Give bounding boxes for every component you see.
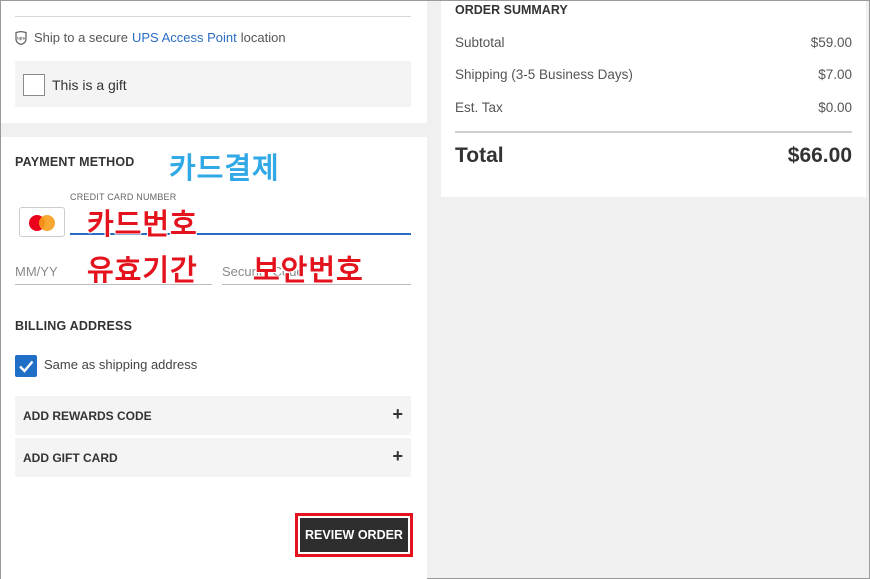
plus-icon[interactable]: + — [392, 446, 403, 467]
divider — [455, 131, 852, 133]
summary-label: Subtotal — [455, 35, 505, 50]
annotation-card-number: 카드번호 — [87, 207, 198, 241]
payment-card: PAYMENT METHOD 카드결제 CREDIT CARD NUMBER 카… — [1, 137, 427, 579]
annotation-expiry: 유효기간 — [87, 253, 198, 287]
summary-label: Shipping (3-5 Business Days) — [455, 67, 633, 82]
annotation-security-code: 보안번호 — [253, 253, 364, 287]
add-gift-card-accordion[interactable]: ADD GIFT CARD + — [15, 438, 411, 477]
gift-option[interactable]: This is a gift — [15, 61, 411, 107]
checkmark-icon — [19, 360, 34, 373]
billing-address-title: BILLING ADDRESS — [15, 319, 133, 333]
total-label: Total — [455, 144, 504, 167]
divider — [15, 16, 411, 17]
checkout-left-column: ups Ship to a secure UPS Access Point lo… — [1, 1, 427, 579]
annotation-card-payment: 카드결제 — [169, 151, 280, 185]
same-as-shipping-checkbox[interactable] — [15, 355, 37, 377]
summary-amount: $59.00 — [810, 35, 852, 50]
gift-label: This is a gift — [52, 77, 127, 93]
ups-shield-icon: ups — [15, 30, 27, 45]
summary-label: Est. Tax — [455, 100, 503, 115]
same-as-shipping-label: Same as shipping address — [44, 357, 198, 372]
svg-text:ups: ups — [17, 35, 25, 40]
review-order-highlight: REVIEW ORDER — [295, 513, 413, 557]
shipping-options-card: ups Ship to a secure UPS Access Point lo… — [1, 1, 427, 123]
add-rewards-code-label: ADD REWARDS CODE — [23, 409, 152, 423]
summary-total-row: Total $66.00 — [455, 144, 852, 168]
summary-row-shipping: Shipping (3-5 Business Days) $7.00 — [455, 67, 852, 82]
plus-icon[interactable]: + — [392, 404, 403, 425]
total-amount: $66.00 — [787, 144, 852, 167]
mastercard-icon — [19, 207, 65, 237]
summary-amount: $0.00 — [818, 100, 852, 115]
ship-prefix-text: Ship to a secure — [34, 30, 128, 45]
add-rewards-code-accordion[interactable]: ADD REWARDS CODE + — [15, 396, 411, 435]
summary-amount: $7.00 — [818, 67, 852, 82]
order-summary-title: ORDER SUMMARY — [455, 3, 568, 17]
review-order-button[interactable]: REVIEW ORDER — [300, 518, 408, 552]
add-gift-card-label: ADD GIFT CARD — [23, 451, 118, 465]
ups-access-point-link[interactable]: UPS Access Point — [132, 30, 237, 45]
ups-access-point-row: ups Ship to a secure UPS Access Point lo… — [15, 30, 286, 45]
order-summary-card: ORDER SUMMARY Subtotal $59.00 Shipping (… — [441, 1, 866, 197]
payment-method-title: PAYMENT METHOD — [15, 155, 135, 169]
summary-row-tax: Est. Tax $0.00 — [455, 100, 852, 115]
summary-row-subtotal: Subtotal $59.00 — [455, 35, 852, 50]
ship-suffix-text: location — [240, 30, 286, 45]
gift-checkbox[interactable] — [23, 74, 45, 96]
